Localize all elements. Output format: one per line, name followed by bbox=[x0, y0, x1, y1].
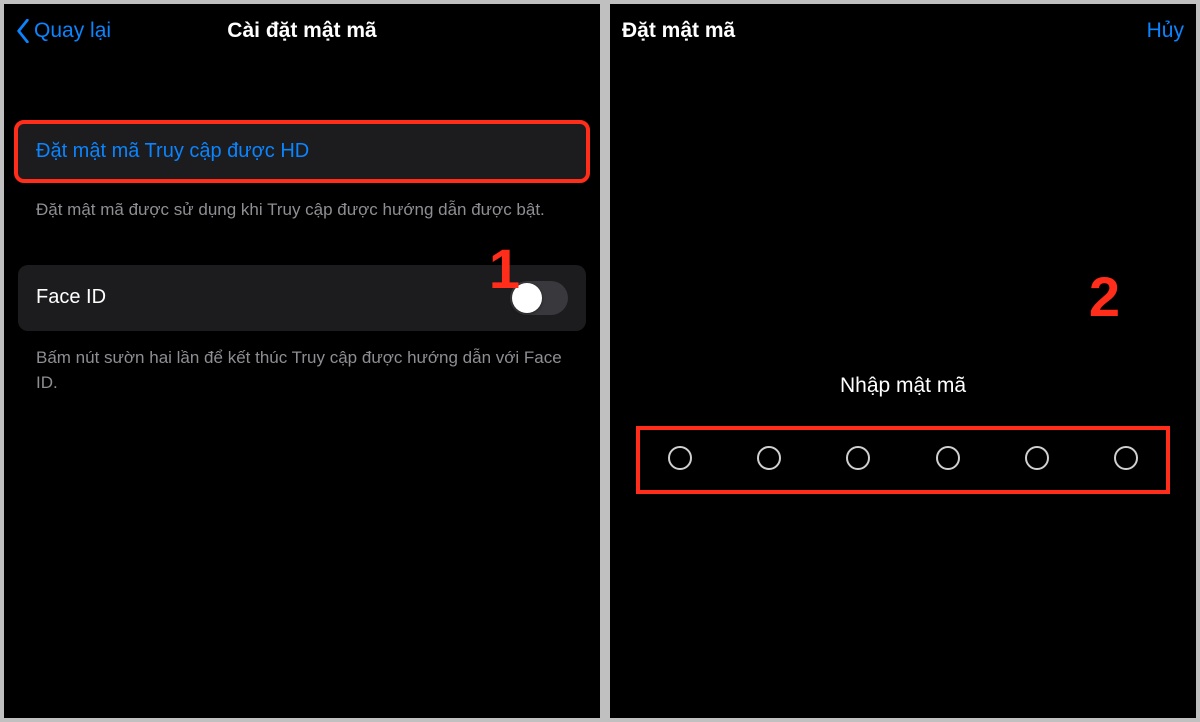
passcode-dot bbox=[1025, 446, 1049, 470]
passcode-prompt-label: Nhập mật mã bbox=[610, 374, 1196, 398]
passcode-dots-highlight bbox=[636, 426, 1170, 494]
page-title: Đặt mật mã bbox=[622, 19, 735, 43]
back-button[interactable]: Quay lại bbox=[16, 19, 111, 43]
page-title: Cài đặt mật mã bbox=[227, 19, 376, 43]
cancel-button[interactable]: Hủy bbox=[1147, 19, 1184, 43]
section-set-passcode: Đặt mật mã Truy cập được HD Đặt mật mã đ… bbox=[18, 120, 586, 223]
passcode-dot bbox=[668, 446, 692, 470]
passcode-dot bbox=[936, 446, 960, 470]
face-id-label: Face ID bbox=[36, 286, 106, 309]
passcode-dot bbox=[846, 446, 870, 470]
annotation-step-1: 1 bbox=[489, 236, 520, 301]
back-label: Quay lại bbox=[34, 19, 111, 43]
chevron-left-icon bbox=[16, 19, 30, 43]
annotation-step-2: 2 bbox=[1089, 264, 1120, 329]
passcode-dot bbox=[1114, 446, 1138, 470]
passcode-dots[interactable] bbox=[668, 446, 1138, 470]
set-passcode-row[interactable]: Đặt mật mã Truy cập được HD bbox=[14, 120, 590, 183]
set-passcode-footer: Đặt mật mã được sử dụng khi Truy cập đượ… bbox=[18, 193, 586, 223]
nav-bar: Quay lại Cài đặt mật mã bbox=[4, 4, 600, 64]
set-passcode-label: Đặt mật mã Truy cập được HD bbox=[36, 140, 309, 163]
passcode-entry-area: Nhập mật mã bbox=[610, 374, 1196, 494]
passcode-screen-right: Đặt mật mã Hủy Nhập mật mã 2 bbox=[610, 4, 1196, 718]
nav-bar: Đặt mật mã Hủy bbox=[610, 4, 1196, 64]
face-id-footer: Bấm nút sườn hai lần để kết thúc Truy cậ… bbox=[18, 341, 586, 396]
settings-screen-left: Quay lại Cài đặt mật mã Đặt mật mã Truy … bbox=[4, 4, 600, 718]
passcode-dot bbox=[757, 446, 781, 470]
